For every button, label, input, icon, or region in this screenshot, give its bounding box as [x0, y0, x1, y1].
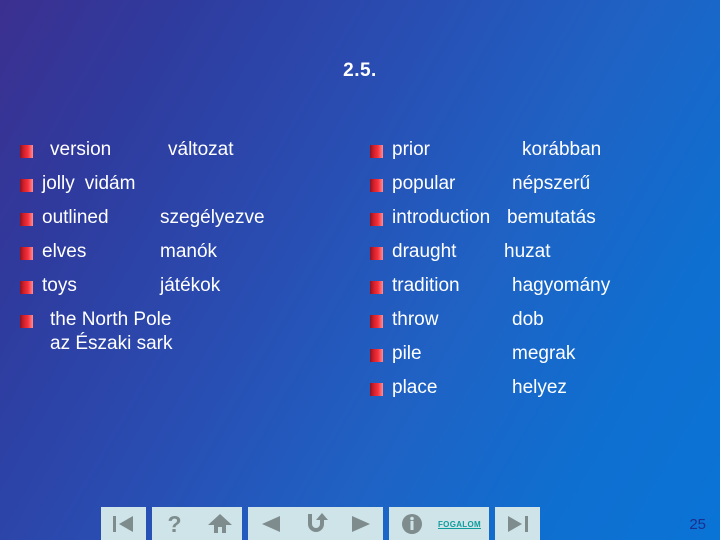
hungarian-term: szegélyezve: [160, 207, 265, 228]
bullet-icon: [370, 281, 383, 294]
previous-slide-icon: [261, 516, 280, 532]
english-term: outlined: [42, 207, 109, 228]
bullet-icon: [370, 383, 383, 396]
vocabulary-row: prior korábban: [370, 138, 700, 172]
vocabulary-row: popular népszerű: [370, 172, 700, 206]
hungarian-term: népszerű: [512, 173, 591, 194]
word-pair: introduction bemutatás: [392, 206, 596, 230]
first-slide-icon: [112, 516, 133, 532]
hungarian-term: helyez: [512, 377, 567, 398]
home-icon: [207, 514, 232, 533]
bullet-icon: [370, 213, 383, 226]
word-pair: outlined szegélyezve: [42, 206, 265, 230]
home-button[interactable]: [197, 507, 242, 540]
fogalom-link[interactable]: FOGALOM: [438, 520, 481, 529]
last-slide-icon: [508, 516, 529, 532]
hungarian-term: az Északi sark: [50, 333, 173, 354]
word-pair: draught huzat: [392, 240, 550, 264]
return-arrow-icon: [307, 513, 328, 532]
vocabulary-column-left: version változat jolly vidám outlined sz…: [20, 138, 350, 376]
toolbar-group-navigation: [248, 507, 383, 540]
word-pair: the North Pole az Északi sark: [42, 308, 172, 356]
vocabulary-row: draught huzat: [370, 240, 700, 274]
english-term: elves: [42, 241, 87, 262]
hungarian-term: bemutatás: [507, 207, 596, 228]
toolbar-group-last: [494, 507, 540, 540]
vocabulary-row: throw dob: [370, 308, 700, 342]
hungarian-term: játékok: [160, 275, 221, 296]
bullet-icon: [20, 145, 33, 158]
english-term: the North Pole: [50, 309, 172, 330]
english-term: place: [392, 377, 438, 398]
vocabulary-row: elves manók: [20, 240, 350, 274]
word-pair: throw dob: [392, 308, 544, 332]
previous-slide-button[interactable]: [248, 507, 293, 540]
vocabulary-row: the North Pole az Északi sark: [20, 308, 350, 376]
bullet-icon: [370, 315, 383, 328]
info-icon: [401, 514, 422, 534]
english-term: jolly: [42, 173, 75, 194]
hungarian-term: változat: [168, 139, 234, 160]
vocabulary-row: outlined szegélyezve: [20, 206, 350, 240]
word-pair: jolly vidám: [42, 172, 135, 196]
bullet-icon: [20, 315, 33, 328]
word-pair: place helyez: [392, 376, 567, 400]
return-button[interactable]: [293, 507, 338, 540]
bullet-icon: [370, 349, 383, 362]
english-term: prior: [392, 139, 431, 160]
slide-title: 2.5.: [343, 60, 377, 81]
english-term: toys: [42, 275, 77, 296]
vocabulary-row: jolly vidám: [20, 172, 350, 206]
toolbar-group-help-home: ?: [152, 507, 242, 540]
last-slide-button[interactable]: [495, 507, 540, 540]
english-term: pile: [392, 343, 422, 364]
hungarian-term: megrak: [512, 343, 576, 364]
vocabulary-row: introduction bemutatás: [370, 206, 700, 240]
english-term: popular: [392, 173, 456, 194]
hungarian-term: hagyomány: [512, 275, 611, 296]
english-term: introduction: [392, 207, 491, 228]
word-pair: elves manók: [42, 240, 217, 264]
hungarian-term: dob: [512, 309, 544, 330]
first-slide-button[interactable]: [101, 507, 146, 540]
vocabulary-row: toys játékok: [20, 274, 350, 308]
bullet-icon: [20, 179, 33, 192]
word-pair: pile megrak: [392, 342, 575, 366]
english-term: throw: [392, 309, 439, 330]
slide-canvas: 2.5. version változat jolly vidám outlin…: [0, 0, 720, 540]
english-term: tradition: [392, 275, 460, 296]
toolbar-group-first: [101, 507, 146, 540]
next-slide-icon: [351, 516, 370, 532]
english-term: version: [50, 139, 112, 160]
help-button[interactable]: ?: [152, 507, 197, 540]
word-pair: version változat: [42, 138, 233, 162]
vocabulary-column-right: prior korábban popular népszerű introduc…: [370, 138, 700, 410]
vocabulary-row: version változat: [20, 138, 350, 172]
word-pair: tradition hagyomány: [392, 274, 610, 298]
bullet-icon: [370, 247, 383, 260]
bullet-icon: [370, 145, 383, 158]
hungarian-term: korábban: [522, 139, 602, 160]
english-term: draught: [392, 241, 457, 262]
vocabulary-row: tradition hagyomány: [370, 274, 700, 308]
hungarian-term: vidám: [84, 173, 136, 194]
page-number: 25: [689, 516, 706, 533]
vocabulary-row: place helyez: [370, 376, 700, 410]
question-mark-icon: ?: [167, 510, 182, 537]
bullet-icon: [20, 213, 33, 226]
hungarian-term: huzat: [504, 241, 551, 262]
hungarian-term: manók: [160, 241, 218, 262]
next-slide-button[interactable]: [338, 507, 383, 540]
word-pair: toys játékok: [42, 274, 220, 298]
info-button[interactable]: [389, 507, 434, 540]
word-pair: prior korábban: [392, 138, 601, 162]
toolbar-group-fogalom: FOGALOM: [389, 507, 489, 540]
bullet-icon: [370, 179, 383, 192]
vocabulary-row: pile megrak: [370, 342, 700, 376]
bullet-icon: [20, 281, 33, 294]
bullet-icon: [20, 247, 33, 260]
navigation-toolbar: ? FOGALOM: [101, 507, 540, 540]
word-pair: popular népszerű: [392, 172, 590, 196]
